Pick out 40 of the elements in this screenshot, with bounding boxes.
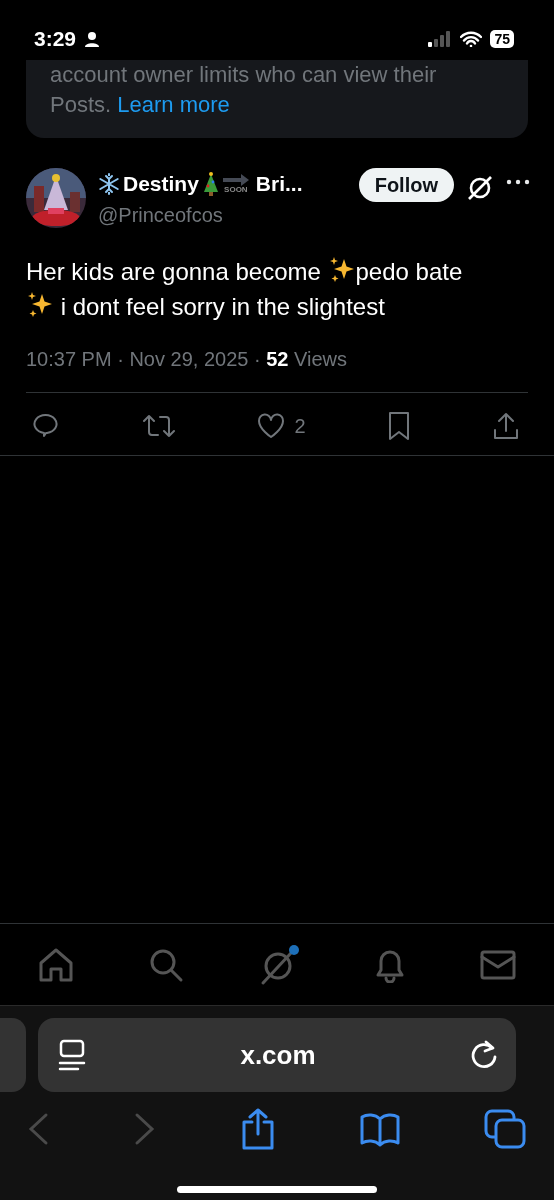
url-text: x.com xyxy=(240,1038,316,1072)
views-label: Views xyxy=(293,347,347,370)
notice-text: account owner limits who can view their xyxy=(50,61,438,89)
wifi-icon xyxy=(460,31,483,47)
learn-more-link[interactable]: Learn more xyxy=(117,92,230,117)
reply-icon[interactable] xyxy=(32,411,60,440)
notice-text: Posts. xyxy=(50,92,113,117)
signal-icon xyxy=(428,31,453,47)
mail-icon[interactable] xyxy=(480,948,516,981)
display-name[interactable]: Destiny xyxy=(123,168,199,200)
post-text: Her kids are gonna become xyxy=(26,257,322,285)
display-name[interactable]: Bri... xyxy=(255,168,303,200)
like-count: 2 xyxy=(294,413,306,439)
address-bar[interactable]: x.com xyxy=(38,1018,516,1092)
post-text: pedo bate xyxy=(355,257,463,285)
user-handle[interactable]: @Princeofcos xyxy=(98,199,351,230)
follow-button[interactable]: Follow xyxy=(358,168,454,202)
share-icon[interactable] xyxy=(492,410,520,441)
separator-dot: · xyxy=(253,347,261,370)
post-time[interactable]: 10:37 PM xyxy=(26,347,112,370)
person-icon xyxy=(84,31,101,47)
reload-icon[interactable] xyxy=(470,1040,498,1070)
clock-time: 3:29 xyxy=(34,26,77,53)
share-icon[interactable] xyxy=(240,1108,276,1150)
separator-dot: · xyxy=(117,347,124,370)
post-text: i dont feel sorry in the slightest xyxy=(59,292,385,320)
bookmark-icon[interactable] xyxy=(386,410,411,441)
reader-icon[interactable] xyxy=(58,1039,86,1071)
snowflake-icon xyxy=(98,172,120,195)
heart-icon[interactable] xyxy=(256,411,287,440)
tabs-icon[interactable] xyxy=(484,1109,526,1149)
post-date[interactable]: Nov 29, 2025 xyxy=(129,347,249,370)
grok-icon[interactable] xyxy=(466,174,494,202)
tree-icon xyxy=(201,171,220,196)
home-icon[interactable] xyxy=(38,946,74,983)
view-count: 52 xyxy=(266,347,289,370)
soon-label: SOON xyxy=(224,185,248,194)
arrow-icon xyxy=(222,173,249,186)
battery-level: 75 xyxy=(490,30,514,48)
book-icon[interactable] xyxy=(359,1111,401,1147)
